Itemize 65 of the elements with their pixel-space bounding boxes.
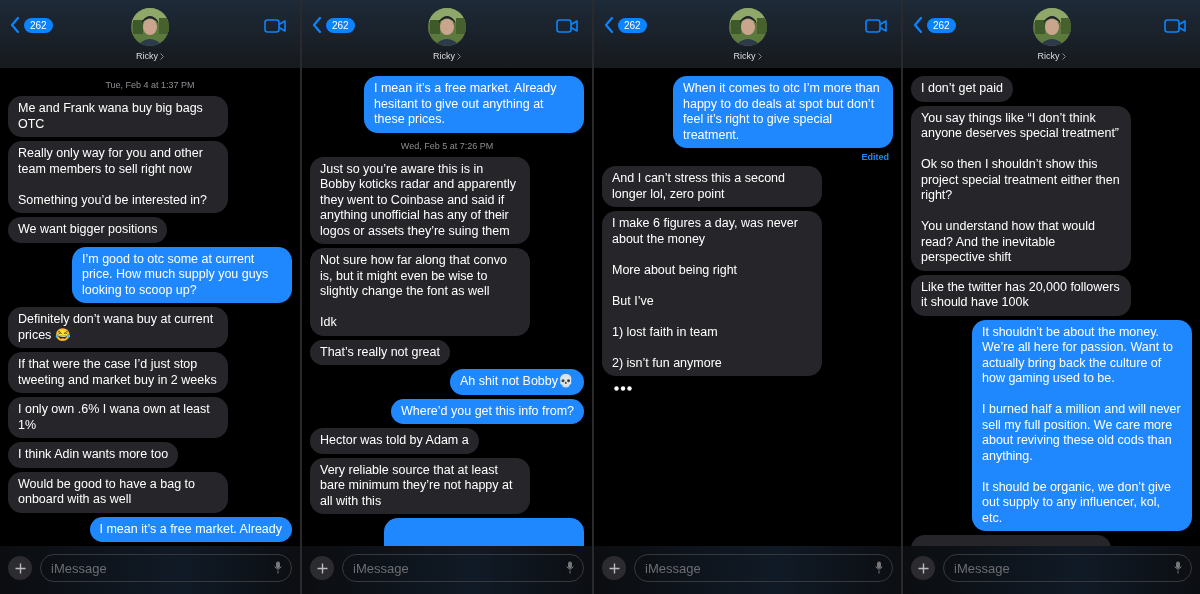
contact-name[interactable]: Ricky — [433, 51, 455, 61]
add-button[interactable] — [8, 556, 32, 580]
contact-name[interactable]: Ricky — [1037, 51, 1060, 61]
microphone-icon[interactable] — [274, 561, 282, 574]
microphone-icon[interactable] — [875, 561, 883, 574]
contact-name[interactable]: Ricky — [733, 51, 756, 61]
video-call-icon[interactable] — [264, 19, 286, 33]
message-field[interactable]: iMessage — [342, 554, 584, 582]
add-button[interactable] — [911, 556, 935, 580]
message-bubble: You say things like “I don’t think anyone deserves special treatment” Ok so then I shouldn’t show this project special treatment either then right? You understand how that would read? And the inevitable perspective shift — [911, 105, 1131, 271]
message-bubble: That’s really not great — [310, 339, 450, 365]
chevron-icon — [160, 52, 164, 60]
video-call-icon[interactable] — [1164, 19, 1186, 33]
back-icon[interactable] — [312, 16, 322, 34]
message-bubble: Hector was told by Adam a — [310, 428, 479, 454]
message-bubble: I make 6 figures a day, was never about the money More about being right But I’ve 1) lost faith in team 2) isn’t fun anymore — [602, 211, 822, 376]
unread-count-badge[interactable]: 262 — [927, 17, 956, 33]
message-bubble: Ah shit not Bobby💀 — [450, 369, 584, 395]
back-icon[interactable] — [913, 16, 923, 34]
back-icon[interactable] — [10, 16, 20, 34]
timestamp: Tue, Feb 4 at 1:37 PM — [105, 80, 195, 90]
microphone-icon[interactable] — [566, 561, 574, 574]
video-call-icon[interactable] — [556, 19, 578, 33]
unread-count-badge[interactable]: 262 — [24, 17, 53, 33]
message-bubble: I only own .6% I wana own at least 1% — [8, 397, 228, 438]
message-bubble: And I can’t stress this a second longer lol, zero point — [602, 166, 822, 207]
message-bubble: Where’d you get this info from? — [391, 398, 584, 424]
plus-icon — [316, 562, 328, 574]
unread-count-badge[interactable]: 262 — [618, 17, 647, 33]
message-bubble: We want bigger positions — [8, 217, 168, 243]
add-button[interactable] — [310, 556, 334, 580]
message-bubble: If that were the case I’d just stop tweeting and market buy in 2 weeks — [8, 352, 228, 393]
message-bubble: Just so you’re aware this is in Bobby koticks radar and apparently they went to Coinbase and said if anything unofficial has any of their logos or assets they’re suing them — [310, 156, 530, 244]
message-bubble: Me and Frank wana buy big bags OTC — [8, 96, 228, 137]
edited-label: Edited — [861, 152, 889, 162]
video-call-icon[interactable] — [865, 19, 887, 33]
back-icon[interactable] — [604, 16, 614, 34]
message-field[interactable]: iMessage — [40, 554, 292, 582]
microphone-icon[interactable] — [1174, 561, 1182, 574]
message-bubble: It shouldn’t be about the money. We’re all here for passion. Want to actually bring back the culture of how gaming used to be. I burned half a million and will never sell my full position. We care more about reviving these old cods than anything. It should be organic, we don’t give out supply to any influencer, kol, etc. — [972, 319, 1192, 531]
message-bubble: When it comes to otc I’m more than happy to do deals at spot but don’t feel it’s right to give special treatment. — [673, 76, 893, 148]
message-bubble: Would be good to have a bag to onboard with as well — [8, 471, 228, 513]
message-bubble: Really only way for you and other team members to sell right now Something you’d be interested in? — [8, 141, 228, 213]
message-bubble: Not sure how far along that convo is, but it might even be wise to slightly change the font as well Idk — [310, 248, 530, 336]
add-button[interactable] — [602, 556, 626, 580]
message-bubble: I mean it’s a free market. Already — [89, 516, 292, 542]
message-field[interactable]: iMessage — [943, 554, 1192, 582]
message-bubble: I don’t get paid — [911, 76, 1013, 102]
chevron-icon — [1061, 52, 1066, 60]
message-bubble: Very reliable source that at least bare minimum they’re not happy at all with this — [310, 457, 530, 514]
message-bubble: I think Adin wants more too — [8, 442, 179, 468]
plus-icon — [14, 562, 26, 574]
unread-count-badge[interactable]: 262 — [326, 17, 355, 33]
typing-indicator-icon — [614, 386, 632, 391]
chevron-icon — [757, 52, 762, 60]
message-bubble: Like the twitter has 20,000 followers it should have 100k — [911, 274, 1131, 316]
contact-name[interactable]: Ricky — [136, 51, 158, 61]
message-bubble: I’m good to otc some at current price. How much supply you guys looking to scoop up? — [72, 246, 292, 303]
message-bubble: Definitely don’t wana buy at current prices 😂 — [8, 307, 228, 348]
chevron-icon — [457, 52, 461, 60]
message-bubble: I mean it’s a free market. Already hesitant to give out anything at these prices. — [364, 76, 584, 133]
plus-icon — [917, 562, 929, 574]
message-field[interactable]: iMessage — [634, 554, 893, 582]
timestamp: Wed, Feb 5 at 7:26 PM — [400, 140, 494, 151]
plus-icon — [608, 562, 620, 574]
